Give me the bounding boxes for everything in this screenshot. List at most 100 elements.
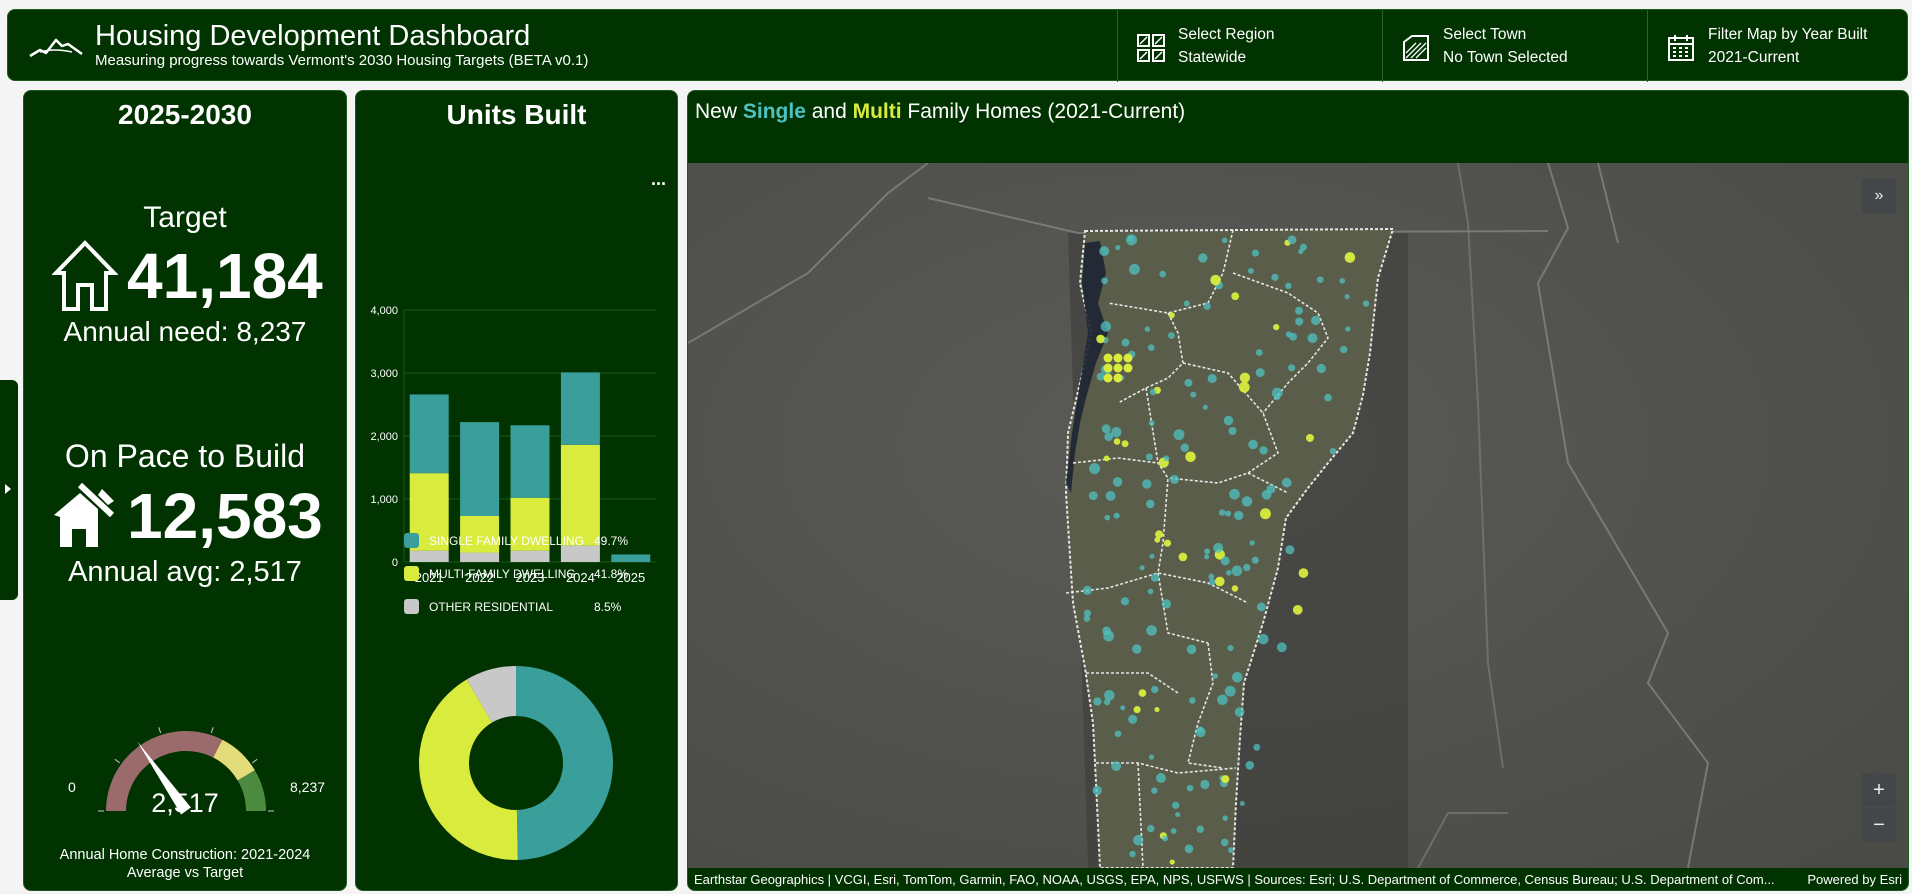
single-family-dot[interactable]: [1251, 249, 1260, 257]
single-family-dot[interactable]: [1202, 404, 1208, 410]
vermont-map[interactable]: [688, 163, 1908, 868]
single-family-dot[interactable]: [1120, 705, 1126, 711]
single-family-dot[interactable]: [1142, 479, 1152, 489]
single-family-dot[interactable]: [1101, 277, 1108, 285]
bar-segment[interactable]: [510, 425, 550, 498]
multi-family-dot[interactable]: [1155, 530, 1164, 539]
single-family-dot[interactable]: [1248, 439, 1258, 450]
single-family-dot[interactable]: [1295, 306, 1303, 315]
single-family-dot[interactable]: [1102, 626, 1111, 636]
single-family-dot[interactable]: [1144, 326, 1151, 332]
single-family-dot[interactable]: [1253, 743, 1261, 751]
single-family-dot[interactable]: [1226, 569, 1232, 576]
multi-family-dot[interactable]: [1210, 274, 1221, 286]
single-family-dot[interactable]: [1114, 730, 1122, 738]
single-family-dot[interactable]: [1298, 248, 1304, 254]
single-family-dot[interactable]: [1105, 490, 1116, 501]
year-filter-button[interactable]: Filter Map by Year Built 2021-Current: [1647, 10, 1907, 82]
single-family-dot[interactable]: [1243, 563, 1251, 572]
single-family-dot[interactable]: [1274, 394, 1281, 401]
multi-family-dot[interactable]: [1292, 604, 1303, 615]
multi-family-dot[interactable]: [1185, 451, 1196, 463]
single-family-dot[interactable]: [1228, 426, 1237, 436]
single-family-dot[interactable]: [1245, 761, 1255, 770]
single-family-dot[interactable]: [1239, 800, 1245, 807]
select-town-button[interactable]: Select Town No Town Selected: [1382, 10, 1647, 82]
single-family-dot[interactable]: [1139, 565, 1145, 571]
single-family-dot[interactable]: [1231, 565, 1243, 577]
single-family-dot[interactable]: [1345, 326, 1351, 332]
single-family-dot[interactable]: [1172, 801, 1180, 809]
single-family-dot[interactable]: [1189, 697, 1196, 704]
single-family-dot[interactable]: [1093, 697, 1102, 706]
multi-family-dot[interactable]: [1103, 455, 1110, 462]
single-family-dot[interactable]: [1241, 496, 1253, 507]
multi-family-dot[interactable]: [1163, 539, 1172, 547]
bar-segment[interactable]: [560, 444, 600, 546]
single-family-dot[interactable]: [1234, 510, 1244, 521]
single-family-dot[interactable]: [1096, 372, 1105, 381]
multi-family-dot[interactable]: [1113, 353, 1123, 363]
single-family-dot[interactable]: [1247, 267, 1254, 274]
multi-family-dot[interactable]: [1214, 576, 1225, 587]
single-family-dot[interactable]: [1288, 364, 1296, 372]
single-family-dot[interactable]: [1219, 509, 1226, 516]
single-family-dot[interactable]: [1362, 300, 1370, 307]
single-family-dot[interactable]: [1285, 282, 1292, 290]
multi-family-dot[interactable]: [1178, 552, 1188, 562]
single-family-dot[interactable]: [1295, 317, 1304, 326]
single-family-dot[interactable]: [1222, 815, 1228, 821]
single-family-dot[interactable]: [1207, 373, 1217, 384]
single-family-dot[interactable]: [1221, 237, 1228, 244]
multi-family-dot[interactable]: [1169, 859, 1175, 865]
single-family-dot[interactable]: [1161, 599, 1172, 609]
multi-family-dot[interactable]: [1113, 438, 1121, 445]
multi-family-dot[interactable]: [1238, 381, 1250, 393]
single-family-dot[interactable]: [1186, 644, 1197, 655]
single-family-dot[interactable]: [1255, 349, 1263, 356]
single-family-dot[interactable]: [1184, 378, 1193, 387]
single-family-dot[interactable]: [1212, 673, 1218, 679]
single-family-dot[interactable]: [1082, 585, 1092, 595]
single-family-dot[interactable]: [1184, 844, 1194, 854]
bar-segment[interactable]: [560, 545, 600, 562]
single-family-dot[interactable]: [1145, 453, 1153, 461]
single-family-dot[interactable]: [1339, 345, 1348, 354]
single-family-dot[interactable]: [1231, 671, 1243, 683]
single-family-dot[interactable]: [1103, 699, 1111, 706]
single-family-dot[interactable]: [1227, 644, 1234, 652]
single-family-dot[interactable]: [1249, 540, 1255, 546]
single-family-dot[interactable]: [1146, 499, 1155, 509]
side-panel-toggle[interactable]: [0, 380, 18, 600]
select-region-button[interactable]: Select Region Statewide: [1117, 10, 1382, 82]
powered-by-esri-link[interactable]: Powered by Esri: [1807, 870, 1902, 890]
bar-segment[interactable]: [460, 552, 500, 562]
single-family-dot[interactable]: [1213, 542, 1224, 553]
single-family-dot[interactable]: [1147, 344, 1155, 352]
single-family-dot[interactable]: [1083, 615, 1091, 622]
bar-segment[interactable]: [409, 394, 449, 474]
chart-menu-button[interactable]: ...: [651, 169, 666, 190]
single-family-dot[interactable]: [1104, 514, 1111, 521]
single-family-dot[interactable]: [1344, 294, 1350, 300]
multi-family-dot[interactable]: [1123, 353, 1133, 363]
single-family-dot[interactable]: [1128, 714, 1138, 724]
single-family-dot[interactable]: [1203, 302, 1211, 310]
single-family-dot[interactable]: [1258, 633, 1269, 645]
map-view[interactable]: » + −: [688, 163, 1908, 868]
multi-family-dot[interactable]: [1154, 707, 1160, 713]
single-family-dot[interactable]: [1155, 773, 1166, 783]
multi-family-dot[interactable]: [1239, 372, 1250, 383]
multi-family-dot[interactable]: [1121, 440, 1129, 448]
single-family-dot[interactable]: [1112, 477, 1123, 487]
single-family-dot[interactable]: [1217, 694, 1228, 706]
single-family-dot[interactable]: [1092, 785, 1102, 796]
single-family-dot[interactable]: [1208, 578, 1216, 586]
single-family-dot[interactable]: [1159, 270, 1167, 278]
single-family-dot[interactable]: [1149, 553, 1155, 559]
single-family-dot[interactable]: [1100, 321, 1112, 332]
multi-family-dot[interactable]: [1231, 292, 1240, 301]
single-family-dot[interactable]: [1224, 685, 1236, 697]
single-family-dot[interactable]: [1128, 263, 1140, 275]
multi-family-dot[interactable]: [1113, 373, 1123, 383]
